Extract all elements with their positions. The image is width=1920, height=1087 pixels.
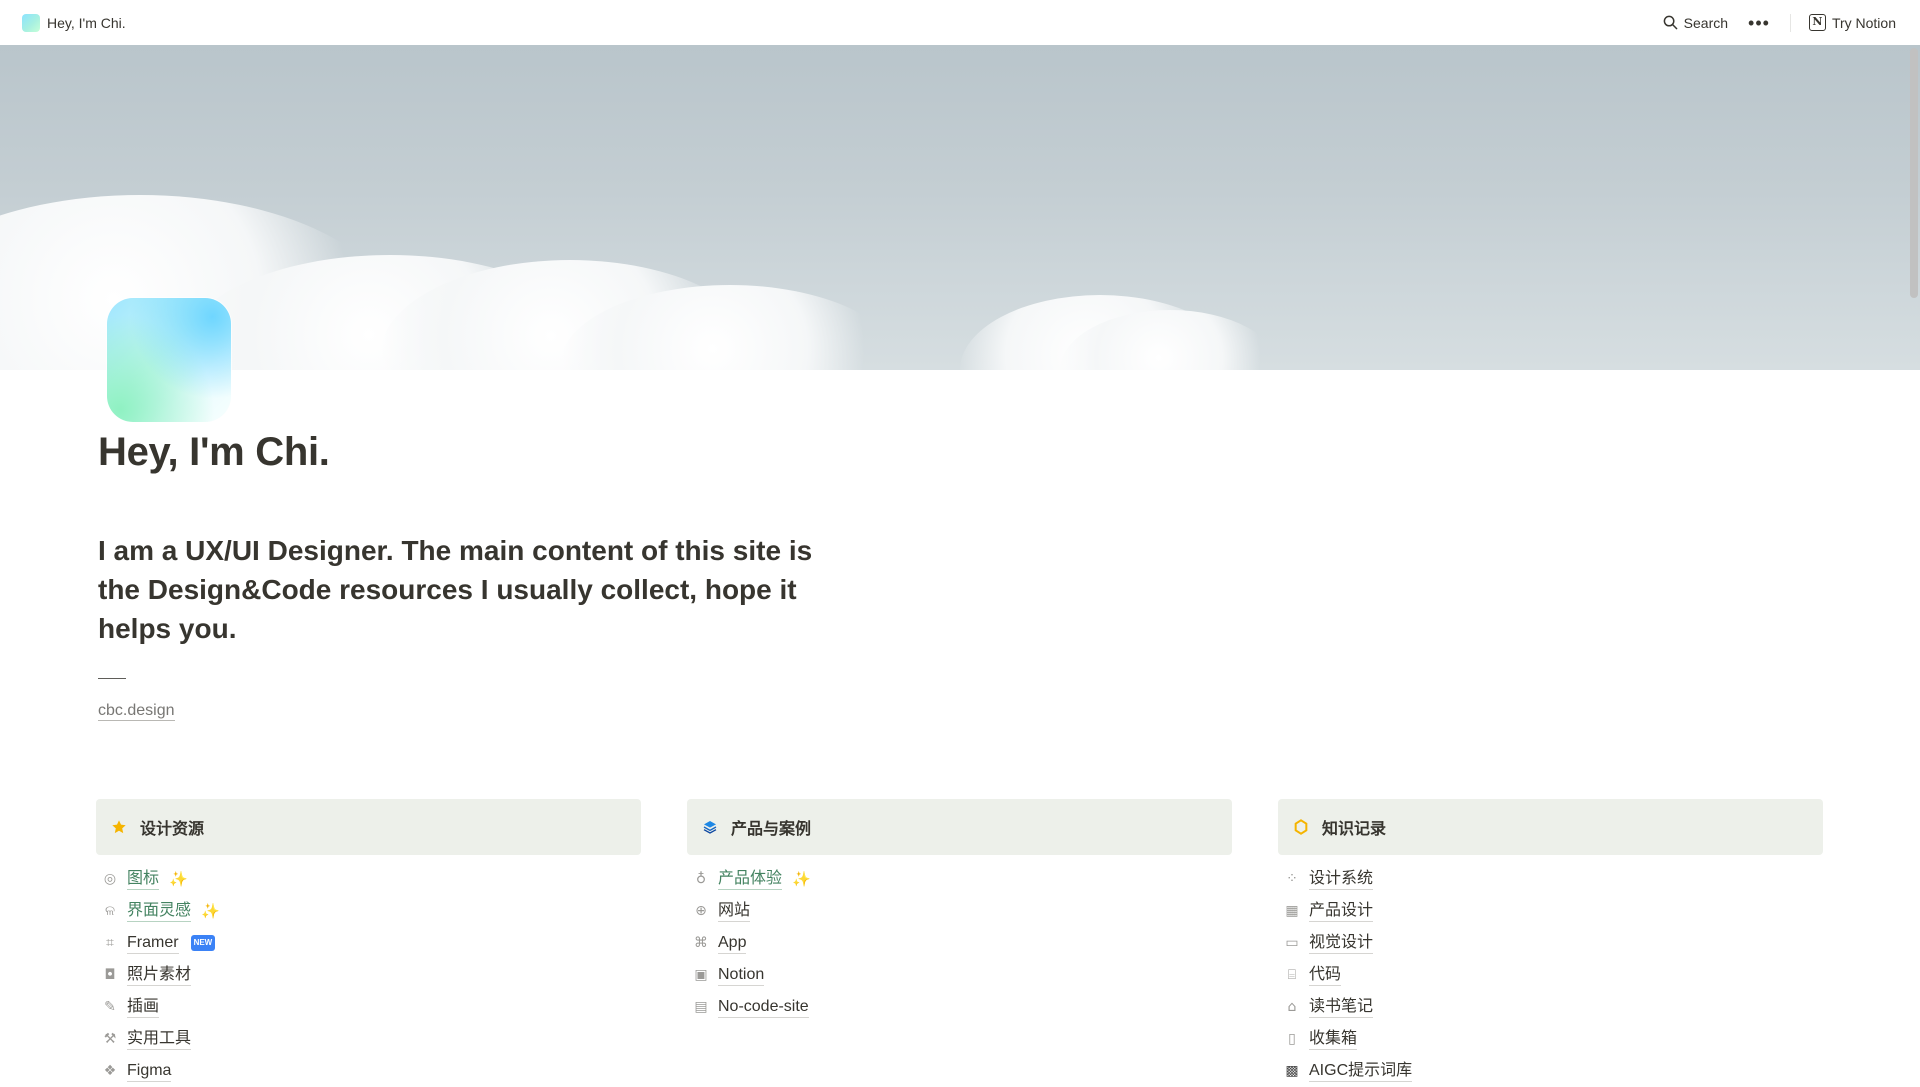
list-item[interactable]: ♁ 产品体验 ✨ bbox=[687, 863, 1232, 895]
list-item[interactable]: ⌗ Framer NEW bbox=[96, 927, 641, 959]
search-label: Search bbox=[1683, 14, 1729, 31]
column-title: 知识记录 bbox=[1322, 821, 1387, 838]
sparkle-icon: ✨ bbox=[201, 903, 220, 920]
figma-icon: ❖ bbox=[103, 1063, 117, 1079]
pen-icon: ✎ bbox=[104, 999, 116, 1015]
list-item[interactable]: ⌘ App bbox=[687, 927, 1232, 959]
list-item[interactable]: ▤ No-code-site bbox=[687, 991, 1232, 1023]
list-item[interactable]: ⚒ 实用工具 bbox=[96, 1023, 641, 1055]
intro-heading: I am a UX/UI Designer. The main content … bbox=[98, 535, 813, 644]
item-label: 实用工具 bbox=[127, 1029, 192, 1050]
list-item[interactable]: ❖ Figma bbox=[96, 1055, 641, 1087]
hammer-icon: ⚒ bbox=[103, 1031, 117, 1047]
sparkle-icon: ✨ bbox=[792, 871, 811, 888]
grid-icon: ⁘ bbox=[1286, 871, 1298, 887]
globe-icon: ⊕ bbox=[695, 903, 707, 919]
new-badge: NEW bbox=[190, 935, 216, 951]
column-design-resources: 设计资源 ◎ 图标 ✨ ଳ 界面灵感 ✨ ⌗ Framer NEW ◘ 照片素材 bbox=[96, 799, 641, 1087]
item-label: Figma bbox=[127, 1061, 172, 1082]
gamepad-icon: ⌘ bbox=[694, 935, 708, 951]
doc-icon: ▯ bbox=[1288, 1031, 1296, 1047]
item-label: App bbox=[718, 933, 747, 954]
layout-icon: ▦ bbox=[1285, 903, 1299, 919]
page-emoji-icon bbox=[22, 13, 40, 32]
page-content: Hey, I'm Chi. I am a UX/UI Designer. The… bbox=[98, 430, 1828, 721]
link-columns: 设计资源 ◎ 图标 ✨ ଳ 界面灵感 ✨ ⌗ Framer NEW ◘ 照片素材 bbox=[96, 799, 1823, 1087]
list-item[interactable]: ◎ 图标 ✨ bbox=[96, 863, 641, 895]
list-item[interactable]: ଳ 界面灵感 ✨ bbox=[96, 895, 641, 927]
book-icon: ⌂ bbox=[1287, 999, 1297, 1015]
breadcrumb-label: Hey, I'm Chi. bbox=[47, 14, 126, 31]
item-label: 视觉设计 bbox=[1309, 933, 1374, 954]
list-item[interactable]: ▦ 产品设计 bbox=[1278, 895, 1823, 927]
item-label: 网站 bbox=[718, 901, 751, 922]
item-label: 设计系统 bbox=[1309, 869, 1374, 890]
stack-icon bbox=[701, 818, 719, 836]
monitor-icon: ▭ bbox=[1285, 935, 1299, 951]
callout-header: 知识记录 bbox=[1278, 799, 1823, 855]
item-label: Framer bbox=[127, 933, 179, 954]
list-item[interactable]: ▭ 视觉设计 bbox=[1278, 927, 1823, 959]
item-label: 照片素材 bbox=[127, 965, 192, 986]
breadcrumb[interactable]: Hey, I'm Chi. bbox=[18, 11, 130, 35]
list-item[interactable]: ◘ 照片素材 bbox=[96, 959, 641, 991]
search-button[interactable]: Search bbox=[1657, 11, 1734, 35]
column-title: 产品与案例 bbox=[731, 821, 812, 838]
try-notion-button[interactable]: N Try Notion bbox=[1803, 10, 1902, 35]
framer-icon: ⌗ bbox=[106, 935, 114, 951]
notion-icon: ▣ bbox=[694, 967, 708, 983]
more-options-button[interactable]: ••• bbox=[1740, 14, 1778, 32]
item-label: 代码 bbox=[1309, 965, 1342, 986]
scrollbar-thumb[interactable] bbox=[1910, 48, 1918, 298]
item-label: 读书笔记 bbox=[1309, 997, 1374, 1018]
item-label: 插画 bbox=[127, 997, 160, 1018]
column-products-cases: 产品与案例 ♁ 产品体验 ✨ ⊕ 网站 ⌘ App ▣ Notion ▤ No-… bbox=[687, 799, 1232, 1087]
item-label: 收集箱 bbox=[1309, 1029, 1358, 1050]
search-icon bbox=[1663, 15, 1678, 30]
sparkle-icon: ✨ bbox=[169, 871, 188, 888]
callout-header: 设计资源 bbox=[96, 799, 641, 855]
more-icon: ••• bbox=[1748, 12, 1770, 33]
list-item[interactable]: ⌂ 读书笔记 bbox=[1278, 991, 1823, 1023]
list-item[interactable]: ▣ Notion bbox=[687, 959, 1232, 991]
top-bar: Hey, I'm Chi. Search ••• N Try Notion bbox=[0, 0, 1920, 45]
divider bbox=[98, 678, 126, 679]
archive-icon: ▩ bbox=[1285, 1063, 1299, 1079]
item-label: AIGC提示词库 bbox=[1309, 1061, 1413, 1082]
item-label: Notion bbox=[718, 965, 765, 986]
try-notion-label: Try Notion bbox=[1831, 14, 1896, 31]
item-label: No-code-site bbox=[718, 997, 809, 1018]
target-icon: ◎ bbox=[103, 871, 117, 887]
list-item[interactable]: ⊕ 网站 bbox=[687, 895, 1232, 927]
callout-header: 产品与案例 bbox=[687, 799, 1232, 855]
list-item[interactable]: ✎ 插画 bbox=[96, 991, 641, 1023]
item-label: 产品设计 bbox=[1309, 901, 1374, 922]
list-item[interactable]: ⁘ 设计系统 bbox=[1278, 863, 1823, 895]
cover-image bbox=[0, 45, 1920, 370]
list-item[interactable]: ⌸ 代码 bbox=[1278, 959, 1823, 991]
cup-icon: ▤ bbox=[694, 999, 708, 1015]
code-icon: ⌸ bbox=[1287, 967, 1297, 983]
list-item[interactable]: ▯ 收集箱 bbox=[1278, 1023, 1823, 1055]
bulb-icon: ♁ bbox=[695, 871, 707, 887]
column-title: 设计资源 bbox=[140, 821, 205, 838]
star-icon bbox=[110, 818, 128, 836]
page-icon bbox=[107, 298, 231, 422]
list-item[interactable]: ▩ AIGC提示词库 bbox=[1278, 1055, 1823, 1087]
column-knowledge: 知识记录 ⁘ 设计系统 ▦ 产品设计 ▭ 视觉设计 ⌸ 代码 ⌂ 读书笔记 ▯ … bbox=[1278, 799, 1823, 1087]
topbar-divider bbox=[1789, 13, 1791, 32]
butterfly-icon: ଳ bbox=[104, 903, 116, 919]
camera-icon: ◘ bbox=[104, 967, 116, 983]
site-link[interactable]: cbc.design bbox=[98, 701, 175, 721]
item-label: 图标 bbox=[127, 869, 160, 890]
item-label: 产品体验 bbox=[718, 869, 783, 890]
bell-icon bbox=[1292, 818, 1310, 836]
page-title: Hey, I'm Chi. bbox=[98, 430, 330, 474]
item-label: 界面灵感 bbox=[127, 901, 192, 922]
notion-logo-icon: N bbox=[1808, 14, 1826, 31]
